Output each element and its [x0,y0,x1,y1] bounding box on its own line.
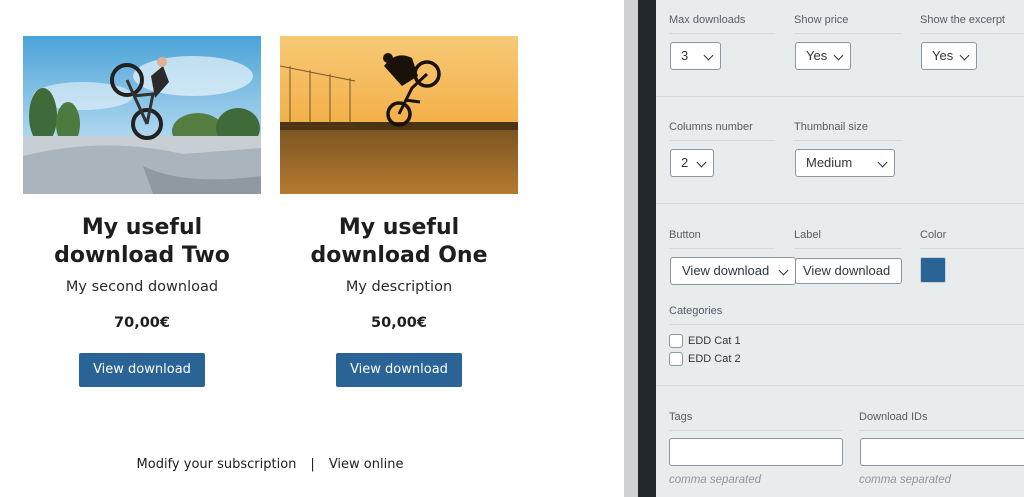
checkbox[interactable] [669,352,683,367]
tags-input[interactable] [669,438,843,466]
button-label: Button [669,229,775,249]
category-checkbox-row[interactable]: EDD Cat 2 [669,351,741,367]
columns-number-select[interactable]: 2 [670,149,714,177]
show-price-label: Show price [794,14,902,34]
download-card: My useful download One My description 50… [280,36,518,387]
modify-subscription-link[interactable]: Modify your subscription [137,457,297,472]
download-ids-input[interactable] [860,438,1024,466]
button-select[interactable]: View download [670,257,796,285]
tags-hint: comma separated [669,474,762,486]
email-footer: Modify your subscription | View online [0,457,540,472]
chevron-down-icon [877,157,888,168]
categories-label: Categories [669,305,1024,325]
block-settings-panel: Max downloads 3 Show price Yes Show the … [656,0,1024,497]
download-ids-hint: comma separated [859,474,952,486]
preview-divider [624,0,638,497]
view-online-link[interactable]: View online [329,457,404,472]
checkbox[interactable] [669,334,683,349]
download-card: My useful download Two My second downloa… [23,36,261,387]
tags-label: Tags [669,411,842,431]
download-ids-label: Download IDs [859,411,1024,431]
label-label: Label [794,229,902,249]
view-download-button[interactable]: View download [79,353,205,387]
row-divider [656,385,1024,386]
thumbnail-size-select[interactable]: Medium [795,149,895,177]
row-divider [656,96,1024,97]
thumbnail-size-label: Thumbnail size [794,121,902,141]
download-price: 50,00€ [371,315,427,331]
columns-number-label: Columns number [669,121,775,141]
max-downloads-label: Max downloads [669,14,775,34]
email-preview: My useful download Two My second downloa… [0,0,624,497]
max-downloads-select[interactable]: 3 [670,42,721,70]
color-swatch[interactable] [920,257,946,283]
color-label: Color [920,229,1024,249]
show-excerpt-select[interactable]: Yes [921,42,977,70]
download-price: 70,00€ [114,315,170,331]
show-price-select[interactable]: Yes [795,42,851,70]
download-title: My useful download One [310,215,488,268]
row-divider [656,203,1024,204]
chevron-down-icon [778,265,789,276]
download-description: My second download [65,279,219,295]
sidebar-edge [638,0,656,497]
category-checkbox-row[interactable]: EDD Cat 1 [669,333,741,349]
chevron-down-icon [696,157,707,168]
product-image-bmx-sunset [280,36,518,194]
product-image-bmx-skatepark [23,36,261,194]
chevron-down-icon [959,50,970,61]
button-label-input[interactable]: View download [795,258,902,284]
download-title: My useful download Two [54,215,230,268]
chevron-down-icon [703,50,714,61]
show-excerpt-label: Show the excerpt [920,14,1024,34]
view-download-button[interactable]: View download [336,353,462,387]
download-description: My description [345,279,453,295]
footer-separator: | [310,457,315,472]
chevron-down-icon [833,50,844,61]
